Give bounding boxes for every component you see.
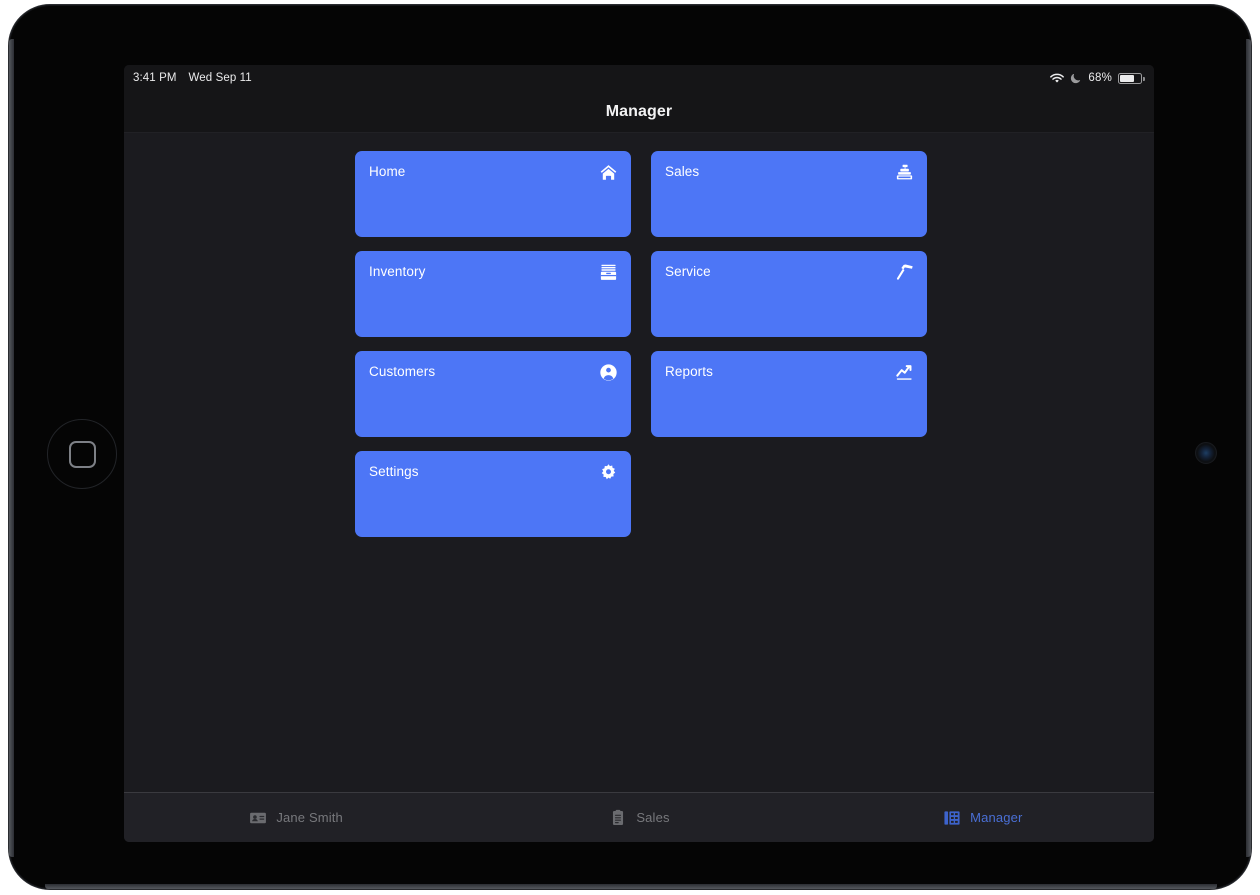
tab-jane-smith[interactable]: Jane Smith bbox=[124, 793, 467, 842]
tab-sales[interactable]: Sales bbox=[467, 793, 810, 842]
home-button-icon bbox=[68, 440, 96, 468]
tile-reports[interactable]: Reports bbox=[651, 351, 927, 437]
tab-label: Jane Smith bbox=[276, 810, 343, 825]
tile-home[interactable]: Home bbox=[355, 151, 631, 237]
tile-label: Inventory bbox=[369, 264, 426, 279]
tile-customers[interactable]: Customers bbox=[355, 351, 631, 437]
house-icon bbox=[598, 162, 618, 182]
crescent-moon-icon bbox=[1070, 72, 1082, 84]
tile-label: Customers bbox=[369, 364, 436, 379]
device-edge-left bbox=[9, 39, 14, 857]
battery-percent-label: 68% bbox=[1088, 72, 1112, 84]
tile-label: Service bbox=[665, 264, 711, 279]
status-bar-right: 68% bbox=[1050, 65, 1145, 91]
tile-settings[interactable]: Settings bbox=[355, 451, 631, 537]
status-time: 3:41 PM bbox=[133, 72, 177, 84]
device-edge-bottom bbox=[45, 884, 1217, 889]
tab-bar: Jane Smith Sales Manager bbox=[124, 792, 1154, 842]
tile-inventory[interactable]: Inventory bbox=[355, 251, 631, 337]
status-bar: 3:41 PM Wed Sep 11 68% bbox=[124, 65, 1154, 91]
front-camera-icon bbox=[1195, 442, 1217, 464]
device-frame: 3:41 PM Wed Sep 11 68% Manager Home Sale… bbox=[8, 4, 1252, 890]
tab-label: Manager bbox=[970, 810, 1023, 825]
page-title: Manager bbox=[605, 102, 673, 120]
status-bar-left: 3:41 PM Wed Sep 11 bbox=[133, 72, 252, 84]
tile-label: Home bbox=[369, 164, 406, 179]
trending-up-icon bbox=[894, 362, 914, 382]
tile-sales[interactable]: Sales bbox=[651, 151, 927, 237]
person-circle-icon bbox=[598, 362, 618, 382]
device-edge-right bbox=[1246, 39, 1251, 857]
battery-icon bbox=[1118, 72, 1145, 84]
clipboard-icon bbox=[608, 808, 627, 827]
cash-register-icon bbox=[894, 162, 914, 182]
main-content: Home Sales Inventory Service Customers R… bbox=[124, 133, 1154, 792]
tile-label: Settings bbox=[369, 464, 419, 479]
tile-label: Reports bbox=[665, 364, 713, 379]
contact-card-icon bbox=[248, 808, 267, 827]
status-date: Wed Sep 11 bbox=[188, 72, 252, 84]
tab-manager[interactable]: Manager bbox=[811, 793, 1154, 842]
tile-service[interactable]: Service bbox=[651, 251, 927, 337]
nav-bar: Manager bbox=[124, 91, 1154, 133]
archive-box-icon bbox=[598, 262, 618, 282]
device-screen: 3:41 PM Wed Sep 11 68% Manager Home Sale… bbox=[124, 65, 1154, 842]
dashboard-icon bbox=[942, 808, 961, 827]
tile-label: Sales bbox=[665, 164, 700, 179]
tab-label: Sales bbox=[636, 810, 670, 825]
gear-icon bbox=[598, 462, 618, 482]
home-button[interactable] bbox=[47, 419, 117, 489]
hammer-icon bbox=[894, 262, 914, 282]
wifi-icon bbox=[1050, 73, 1065, 84]
tile-grid: Home Sales Inventory Service Customers R… bbox=[355, 151, 927, 537]
